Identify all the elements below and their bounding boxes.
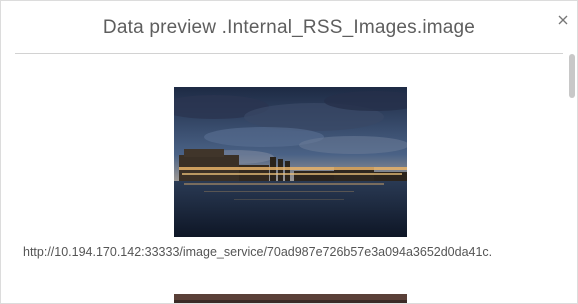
scrollbar[interactable] <box>569 54 577 303</box>
preview-image-next <box>174 294 407 303</box>
data-preview-dialog: Data preview .Internal_RSS_Images.image <box>0 0 578 304</box>
dialog-header: Data preview .Internal_RSS_Images.image <box>15 1 563 54</box>
preview-scroll-area[interactable]: http://10.194.170.142:33333/image_servic… <box>1 54 577 303</box>
close-icon[interactable] <box>555 12 571 28</box>
dialog-title: Data preview .Internal_RSS_Images.image <box>102 17 476 38</box>
preview-image <box>174 87 407 237</box>
scrollbar-thumb[interactable] <box>569 54 575 98</box>
image-url-text: http://10.194.170.142:33333/image_servic… <box>23 245 493 259</box>
